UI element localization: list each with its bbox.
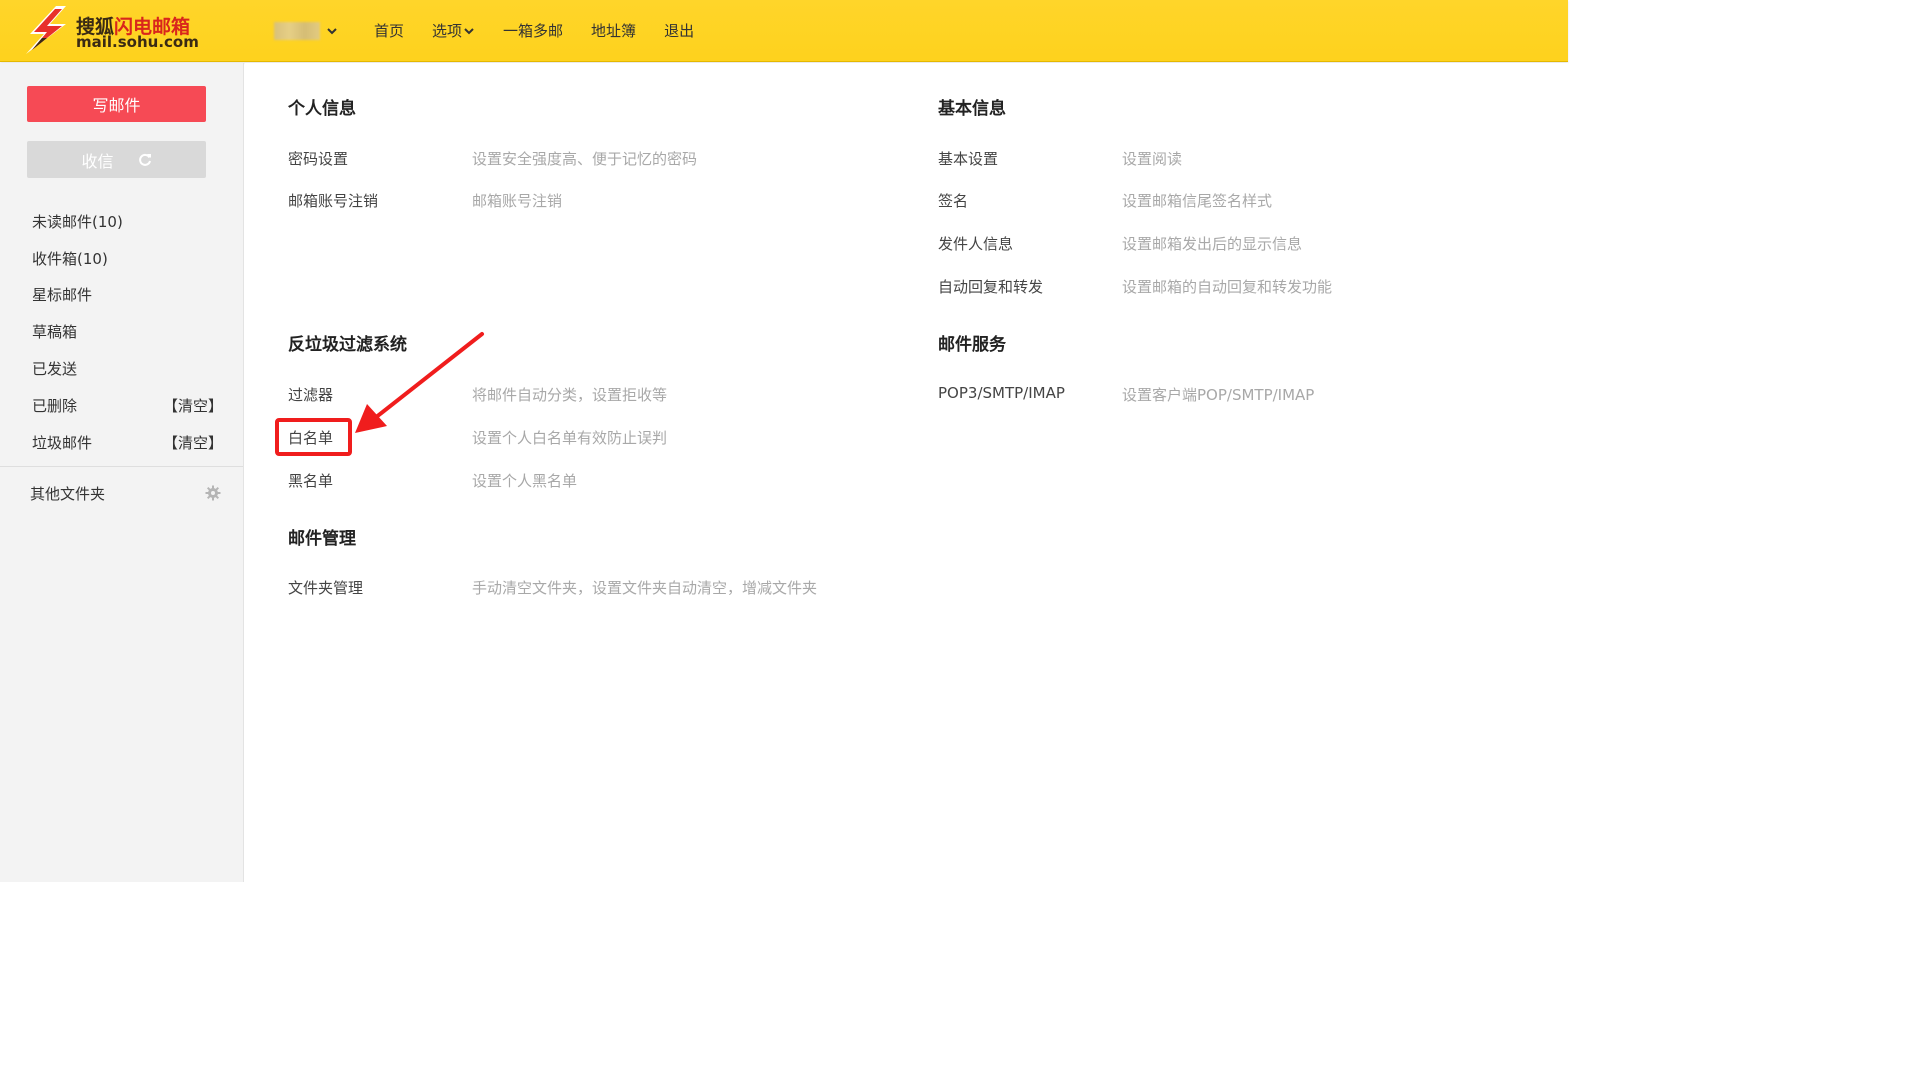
setting-account-cancel[interactable]: 邮箱账号注销: [288, 190, 378, 211]
sidebar: 写邮件 收信 未读邮件(10) 收件箱(10) 星标邮件 草稿箱 已发送 已删除…: [0, 63, 244, 882]
annotation-highlight-box: [275, 418, 352, 456]
nav-multi-mailbox[interactable]: 一箱多邮: [503, 20, 563, 41]
setting-auto-reply[interactable]: 自动回复和转发: [938, 276, 1043, 297]
setting-folder-management[interactable]: 文件夹管理: [288, 577, 363, 598]
sidebar-divider: [0, 466, 243, 467]
gear-icon[interactable]: [205, 485, 221, 501]
lightning-logo-icon: [26, 6, 66, 54]
setting-sender-info[interactable]: 发件人信息: [938, 233, 1013, 254]
folder-spam[interactable]: 垃圾邮件 【清空】: [0, 424, 243, 461]
folder-label: 已删除: [32, 396, 78, 415]
setting-auto-reply-desc: 设置邮箱的自动回复和转发功能: [1122, 278, 1333, 296]
refresh-icon: [138, 153, 151, 166]
top-nav: 首页 选项 一箱多邮 地址簿 退出: [374, 20, 722, 41]
folder-starred[interactable]: 星标邮件: [0, 277, 243, 314]
nav-address-book-label: 地址簿: [591, 22, 637, 40]
section-title-basic-info: 基本信息: [938, 99, 1006, 119]
folder-drafts[interactable]: 草稿箱: [0, 313, 243, 350]
settings-panel: 个人信息 密码设置 设置安全强度高、便于记忆的密码 邮箱账号注销 邮箱账号注销 …: [245, 63, 1568, 882]
setting-basic[interactable]: 基本设置: [938, 148, 998, 169]
nav-multi-mailbox-label: 一箱多邮: [503, 22, 564, 40]
top-header: 搜狐闪电邮箱 mail.sohu.com 首页 选项 一箱多邮 地址簿 退出: [0, 0, 1568, 62]
folder-label: 垃圾邮件: [32, 433, 93, 452]
nav-logout-label: 退出: [664, 22, 695, 40]
folder-label: 草稿箱: [32, 323, 78, 342]
setting-folder-management-desc: 手动清空文件夹，设置文件夹自动清空，增减文件夹: [472, 579, 818, 597]
setting-password[interactable]: 密码设置: [288, 148, 348, 169]
setting-signature-desc: 设置邮箱信尾签名样式: [1122, 192, 1273, 210]
setting-filter[interactable]: 过滤器: [288, 384, 333, 405]
nav-home[interactable]: 首页: [374, 20, 404, 41]
folder-label: 收件箱(10): [32, 249, 108, 268]
receive-mail-label: 收信: [81, 151, 114, 171]
nav-options[interactable]: 选项: [432, 20, 475, 41]
folder-label: 未读邮件(10): [32, 212, 123, 231]
setting-filter-desc: 将邮件自动分类，设置拒收等: [472, 386, 668, 404]
setting-pop3-smtp-imap[interactable]: POP3/SMTP/IMAP: [938, 384, 1065, 402]
folder-sent[interactable]: 已发送: [0, 350, 243, 387]
sohu-mail-logo[interactable]: 搜狐闪电邮箱 mail.sohu.com: [22, 4, 202, 56]
nav-options-label: 选项: [432, 22, 463, 40]
nav-logout[interactable]: 退出: [664, 20, 694, 41]
other-folders[interactable]: 其他文件夹: [0, 475, 243, 511]
folder-list: 未读邮件(10) 收件箱(10) 星标邮件 草稿箱 已发送 已删除 【清空】 垃圾…: [0, 203, 243, 461]
setting-account-cancel-desc: 邮箱账号注销: [472, 192, 563, 210]
nav-home-label: 首页: [374, 22, 405, 40]
folder-deleted[interactable]: 已删除 【清空】: [0, 387, 243, 424]
setting-pop3-smtp-imap-desc: 设置客户端POP/SMTP/IMAP: [1122, 386, 1315, 404]
empty-deleted-button[interactable]: 【清空】: [163, 395, 223, 416]
receive-mail-button[interactable]: 收信: [27, 141, 206, 178]
nav-address-book[interactable]: 地址簿: [591, 20, 636, 41]
setting-basic-desc: 设置阅读: [1122, 150, 1183, 168]
account-name-blurred: [274, 22, 320, 40]
folder-inbox[interactable]: 收件箱(10): [0, 240, 243, 277]
annotation-arrow: [355, 332, 484, 433]
setting-password-desc: 设置安全强度高、便于记忆的密码: [472, 150, 698, 168]
section-title-mail-management: 邮件管理: [288, 529, 356, 549]
other-folders-label: 其他文件夹: [30, 484, 106, 503]
empty-spam-button[interactable]: 【清空】: [163, 432, 223, 453]
folder-label: 星标邮件: [32, 286, 93, 305]
folder-unread[interactable]: 未读邮件(10): [0, 203, 243, 240]
section-title-mail-service: 邮件服务: [938, 335, 1006, 355]
setting-whitelist-desc: 设置个人白名单有效防止误判: [472, 429, 668, 447]
account-dropdown[interactable]: [274, 20, 340, 42]
setting-signature[interactable]: 签名: [938, 190, 968, 211]
chevron-down-icon: [464, 27, 474, 34]
folder-label: 已发送: [32, 360, 78, 379]
setting-sender-info-desc: 设置邮箱发出后的显示信息: [1122, 235, 1303, 253]
logo-domain: mail.sohu.com: [76, 33, 199, 51]
setting-blacklist[interactable]: 黑名单: [288, 470, 333, 491]
setting-blacklist-desc: 设置个人黑名单: [472, 472, 578, 490]
compose-button[interactable]: 写邮件: [27, 86, 206, 122]
chevron-down-icon: [327, 28, 337, 35]
section-title-personal-info: 个人信息: [288, 99, 356, 119]
